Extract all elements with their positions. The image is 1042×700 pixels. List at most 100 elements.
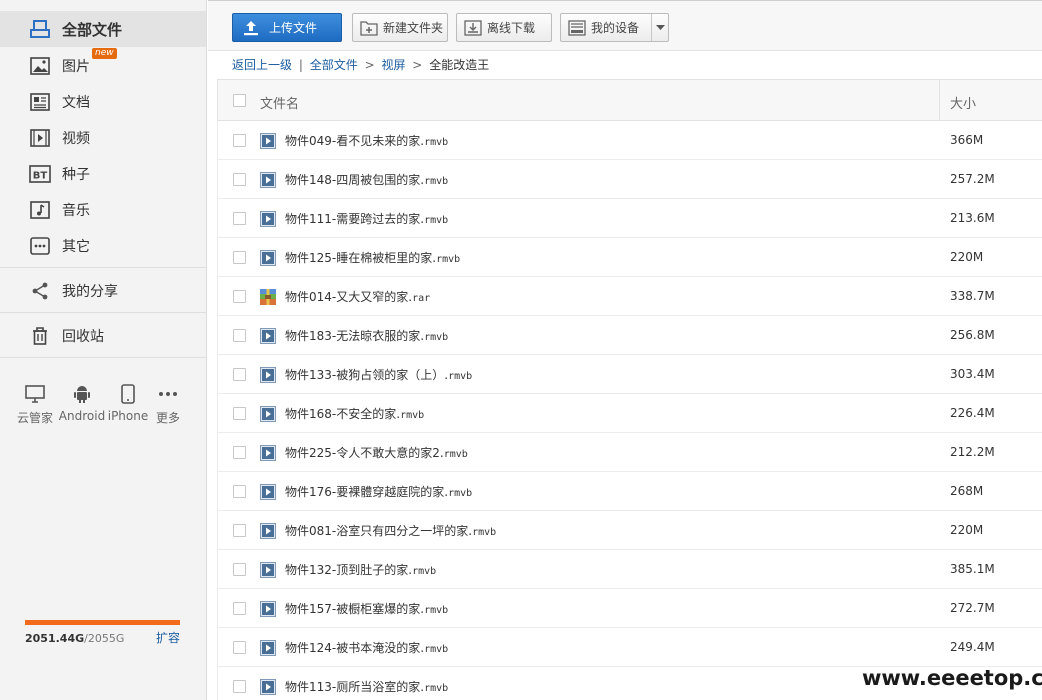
- quota-total: /2055G: [84, 632, 125, 645]
- sidebar-item-videos[interactable]: 视频: [0, 120, 206, 156]
- sidebar-item-others[interactable]: 其它: [0, 228, 206, 264]
- video-file-icon: [260, 523, 276, 539]
- file-size: 249.4M: [950, 640, 995, 654]
- table-row[interactable]: 物件132-顶到肚子的家.rmvb 385.1M: [217, 550, 1042, 589]
- sidebar-divider: [0, 357, 206, 358]
- file-name[interactable]: 物件014-又大又窄的家.rar: [285, 288, 430, 305]
- document-icon: [29, 91, 51, 113]
- row-checkbox[interactable]: [233, 173, 246, 186]
- row-checkbox[interactable]: [233, 524, 246, 537]
- sidebar-item-label: 全部文件: [62, 20, 123, 39]
- sidebar-item-images[interactable]: 图片 new: [0, 48, 206, 84]
- file-name[interactable]: 物件183-无法晾衣服的家.rmvb: [285, 327, 448, 344]
- video-file-icon: [260, 211, 276, 227]
- monitor-icon: [25, 384, 45, 404]
- video-file-icon: [260, 367, 276, 383]
- row-checkbox[interactable]: [233, 485, 246, 498]
- offline-download-icon: [464, 19, 482, 36]
- table-row[interactable]: 物件081-浴室只有四分之一坪的家.rmvb 220M: [217, 511, 1042, 550]
- file-name[interactable]: 物件168-不安全的家.rmvb: [285, 405, 424, 422]
- file-name[interactable]: 物件049-看不见未来的家.rmvb: [285, 132, 448, 149]
- video-file-icon: [260, 562, 276, 578]
- new-folder-button[interactable]: 新建文件夹: [352, 13, 448, 42]
- table-body: 物件049-看不见未来的家.rmvb 366M 物件148-四周被包围的家.rmvb…: [217, 121, 1042, 700]
- offline-download-button[interactable]: 离线下载: [456, 13, 552, 42]
- ellipsis-icon: [158, 384, 178, 404]
- upload-button[interactable]: 上传文件: [232, 13, 342, 42]
- file-name[interactable]: 物件148-四周被包围的家.rmvb: [285, 171, 448, 188]
- table-row[interactable]: 物件176-要裸體穿越庭院的家.rmvb 268M: [217, 472, 1042, 511]
- file-name[interactable]: 物件132-顶到肚子的家.rmvb: [285, 561, 436, 578]
- sidebar-item-music[interactable]: 音乐: [0, 192, 206, 228]
- file-size: 220M: [950, 250, 984, 264]
- row-checkbox[interactable]: [233, 407, 246, 420]
- table-row[interactable]: 物件124-被书本淹没的家.rmvb 249.4M: [217, 628, 1042, 667]
- table-row[interactable]: 物件148-四周被包围的家.rmvb 257.2M: [217, 160, 1042, 199]
- table-row[interactable]: 物件133-被狗占领的家（上）.rmvb 303.4M: [217, 355, 1042, 394]
- new-folder-icon: [360, 20, 378, 36]
- svg-text:BT: BT: [33, 171, 48, 182]
- file-size: 385.1M: [950, 562, 995, 576]
- file-size: 256.8M: [950, 328, 995, 342]
- column-header-size[interactable]: 大小: [950, 93, 976, 112]
- table-row[interactable]: 物件014-又大又窄的家.rar 338.7M: [217, 277, 1042, 316]
- file-extension: rmvb: [472, 527, 497, 538]
- expand-storage-link[interactable]: 扩容: [156, 629, 180, 646]
- row-checkbox[interactable]: [233, 680, 246, 693]
- file-name[interactable]: 物件133-被狗占领的家（上）.rmvb: [285, 366, 472, 383]
- row-checkbox[interactable]: [233, 641, 246, 654]
- file-name[interactable]: 物件176-要裸體穿越庭院的家.rmvb: [285, 483, 472, 500]
- row-checkbox[interactable]: [233, 290, 246, 303]
- file-extension: rmvb: [424, 332, 449, 343]
- table-row[interactable]: 物件225-令人不敢大意的家2.rmvb 212.2M: [217, 433, 1042, 472]
- file-name[interactable]: 物件113-厕所当浴室的家.rmvb: [285, 678, 448, 695]
- row-checkbox[interactable]: [233, 563, 246, 576]
- watermark: www.eeeetop.com: [862, 666, 1042, 690]
- row-checkbox[interactable]: [233, 446, 246, 459]
- sidebar-item-all-files[interactable]: 全部文件: [0, 11, 206, 47]
- breadcrumb-back[interactable]: 返回上一级: [232, 58, 292, 72]
- row-checkbox[interactable]: [233, 251, 246, 264]
- breadcrumb-all-files[interactable]: 全部文件: [310, 58, 358, 72]
- file-name[interactable]: 物件081-浴室只有四分之一坪的家.rmvb: [285, 522, 496, 539]
- row-checkbox[interactable]: [233, 212, 246, 225]
- device-label: iPhone: [107, 409, 149, 423]
- sidebar-item-label: 图片: [62, 59, 90, 75]
- column-header-name[interactable]: 文件名: [260, 93, 299, 112]
- device-iphone[interactable]: iPhone: [106, 384, 150, 423]
- all-files-icon: [29, 18, 51, 40]
- file-name[interactable]: 物件125-睡在棉被柜里的家.rmvb: [285, 249, 460, 266]
- device-android[interactable]: Android: [59, 384, 105, 423]
- row-checkbox[interactable]: [233, 329, 246, 342]
- file-extension: rmvb: [400, 410, 425, 421]
- my-devices-button[interactable]: 我的设备: [560, 13, 669, 42]
- sidebar-item-my-shares[interactable]: 我的分享: [0, 273, 206, 309]
- file-name[interactable]: 物件111-需要跨过去的家.rmvb: [285, 210, 448, 227]
- sidebar-item-torrents[interactable]: BT 种子: [0, 156, 206, 192]
- select-all-checkbox[interactable]: [233, 94, 246, 107]
- table-row[interactable]: 物件157-被橱柜塞爆的家.rmvb 272.7M: [217, 589, 1042, 628]
- more-icon: [29, 235, 51, 257]
- row-checkbox[interactable]: [233, 134, 246, 147]
- file-extension: rmvb: [448, 488, 473, 499]
- file-name[interactable]: 物件225-令人不敢大意的家2.rmvb: [285, 444, 468, 461]
- sidebar-item-documents[interactable]: 文档: [0, 84, 206, 120]
- file-name[interactable]: 物件124-被书本淹没的家.rmvb: [285, 639, 448, 656]
- file-name-text: 物件183-无法晾衣服的家.: [285, 329, 425, 343]
- table-row[interactable]: 物件168-不安全的家.rmvb 226.4M: [217, 394, 1042, 433]
- device-more[interactable]: 更多: [146, 384, 190, 426]
- table-row[interactable]: 物件049-看不见未来的家.rmvb 366M: [217, 121, 1042, 160]
- breadcrumb-folder[interactable]: 视屏: [381, 58, 405, 72]
- file-name[interactable]: 物件157-被橱柜塞爆的家.rmvb: [285, 600, 448, 617]
- device-cloud-manager[interactable]: 云管家: [13, 384, 57, 426]
- row-checkbox[interactable]: [233, 602, 246, 615]
- table-row[interactable]: 物件125-睡在棉被柜里的家.rmvb 220M: [217, 238, 1042, 277]
- row-checkbox[interactable]: [233, 368, 246, 381]
- device-label: 云管家: [16, 411, 53, 425]
- table-row[interactable]: 物件183-无法晾衣服的家.rmvb 256.8M: [217, 316, 1042, 355]
- sidebar-item-label: 回收站: [62, 329, 104, 345]
- table-row[interactable]: 物件111-需要跨过去的家.rmvb 213.6M: [217, 199, 1042, 238]
- file-name-text: 物件113-厕所当浴室的家.: [285, 680, 425, 694]
- chevron-down-icon[interactable]: [651, 14, 668, 41]
- sidebar-item-recycle-bin[interactable]: 回收站: [0, 318, 206, 354]
